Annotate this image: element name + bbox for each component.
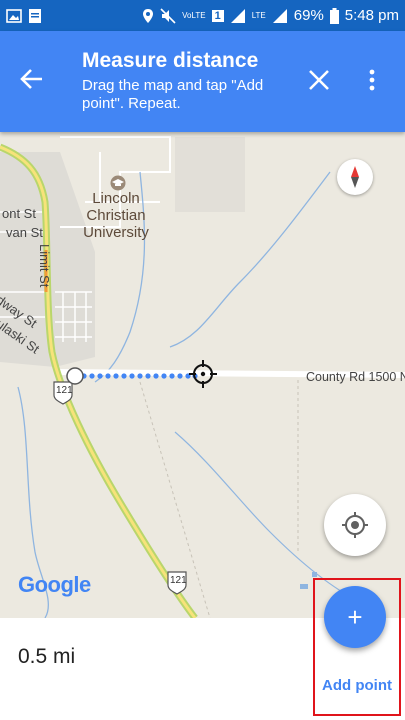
close-icon[interactable] [306,67,332,93]
route-shield-label: 121 [170,575,187,586]
street-label: van St [6,225,43,240]
street-label: Limit St [37,244,52,288]
volte-indicator: VoLTE [182,10,206,20]
status-bar: VoLTE 1 LTE 69% 5:48 pm [0,0,405,31]
signal-icon [230,8,245,23]
lte-indicator: LTE [251,10,266,20]
compass-icon [351,166,359,188]
clock: 5:48 pm [344,7,399,24]
add-point-button[interactable]: + [324,586,386,648]
plus-icon: + [347,602,363,632]
more-options-icon[interactable] [364,67,380,93]
signal-icon-2 [272,8,287,23]
page-subtitle: Drag the map and tap "Add point". Repeat… [82,77,264,112]
street-label: County Rd 1500 N [306,370,405,384]
route-shield-label: 121 [56,385,73,396]
my-location-button[interactable] [324,494,386,556]
location-icon [143,8,154,23]
sim-indicator: 1 [211,9,224,22]
page-title: Measure distance [82,49,259,72]
document-notification-icon [29,8,41,23]
battery-icon [329,7,339,24]
crosshair-location-icon [342,512,368,538]
map-view[interactable]: ont St van St Limit St dway St ulaski St… [0,132,405,618]
university-icon [110,175,126,191]
mute-icon [160,7,176,24]
poi-label[interactable]: Lincoln Christian University [76,190,156,241]
street-label: ont St [2,206,36,221]
add-point-label[interactable]: Add point [322,677,392,694]
image-notification-icon [6,8,22,23]
distance-readout: 0.5 mi [18,645,76,668]
compass-button[interactable] [337,159,373,195]
battery-percent: 69% [293,7,324,24]
app-bar: Measure distance Drag the map and tap "A… [0,31,405,132]
google-logo: Google [18,572,91,597]
back-arrow-icon[interactable] [18,65,46,93]
